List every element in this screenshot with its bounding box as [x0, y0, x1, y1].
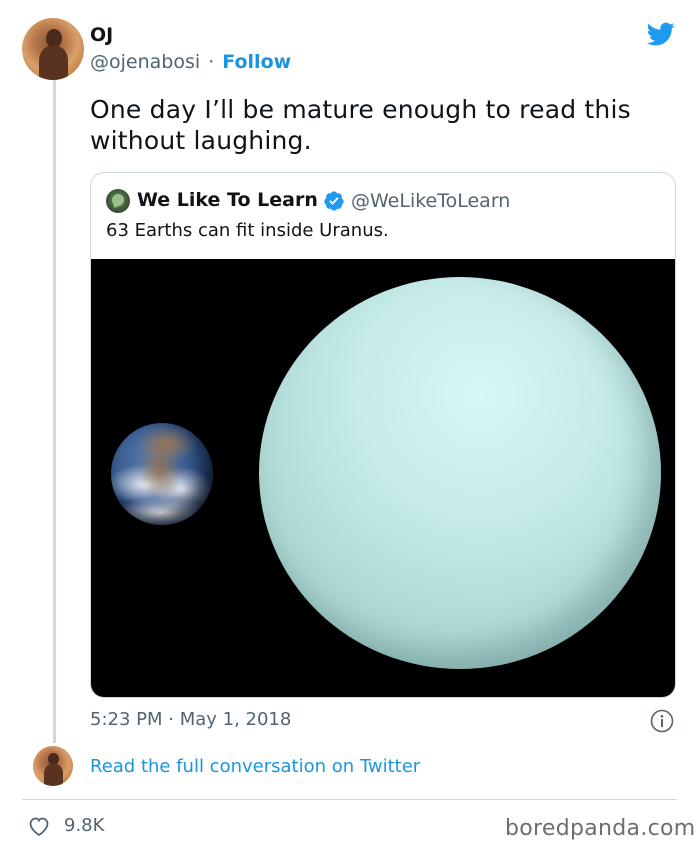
- quoted-author-avatar[interactable]: [106, 189, 130, 213]
- footer-divider: [22, 799, 677, 800]
- author-name[interactable]: OJ: [90, 24, 113, 46]
- follow-button[interactable]: Follow: [222, 51, 291, 73]
- tweet-timestamp[interactable]: 5:23 PM · May 1, 2018: [90, 709, 291, 730]
- uranus-planet: [259, 277, 661, 669]
- verified-badge-icon: [324, 191, 344, 211]
- author-handle-row: @ojenabosi · Follow: [90, 51, 291, 73]
- earth-planet: [111, 423, 213, 525]
- reply-avatar[interactable]: [33, 746, 73, 786]
- tweet-text: One day I’ll be mature enough to read th…: [90, 95, 631, 155]
- twitter-bird-icon[interactable]: [645, 20, 677, 48]
- info-icon[interactable]: [650, 709, 674, 733]
- quoted-tweet-card[interactable]: We Like To Learn @WeLikeToLearn 63 Earth…: [90, 172, 676, 698]
- thread-connector-line: [53, 78, 56, 743]
- like-count[interactable]: 9.8K: [64, 815, 104, 836]
- read-full-conversation-link[interactable]: Read the full conversation on Twitter: [90, 756, 420, 777]
- earth-uranus-comparison-image[interactable]: [91, 259, 675, 697]
- handle-separator: ·: [208, 51, 215, 73]
- heart-icon[interactable]: [27, 815, 51, 837]
- quoted-tweet-text: 63 Earths can fit inside Uranus.: [106, 220, 389, 241]
- author-avatar[interactable]: [22, 18, 84, 80]
- author-handle[interactable]: @ojenabosi: [90, 51, 200, 73]
- boredpanda-watermark: boredpanda.com: [505, 816, 696, 841]
- quoted-author-name[interactable]: We Like To Learn: [137, 189, 318, 211]
- quoted-author-handle[interactable]: @WeLikeToLearn: [351, 190, 510, 212]
